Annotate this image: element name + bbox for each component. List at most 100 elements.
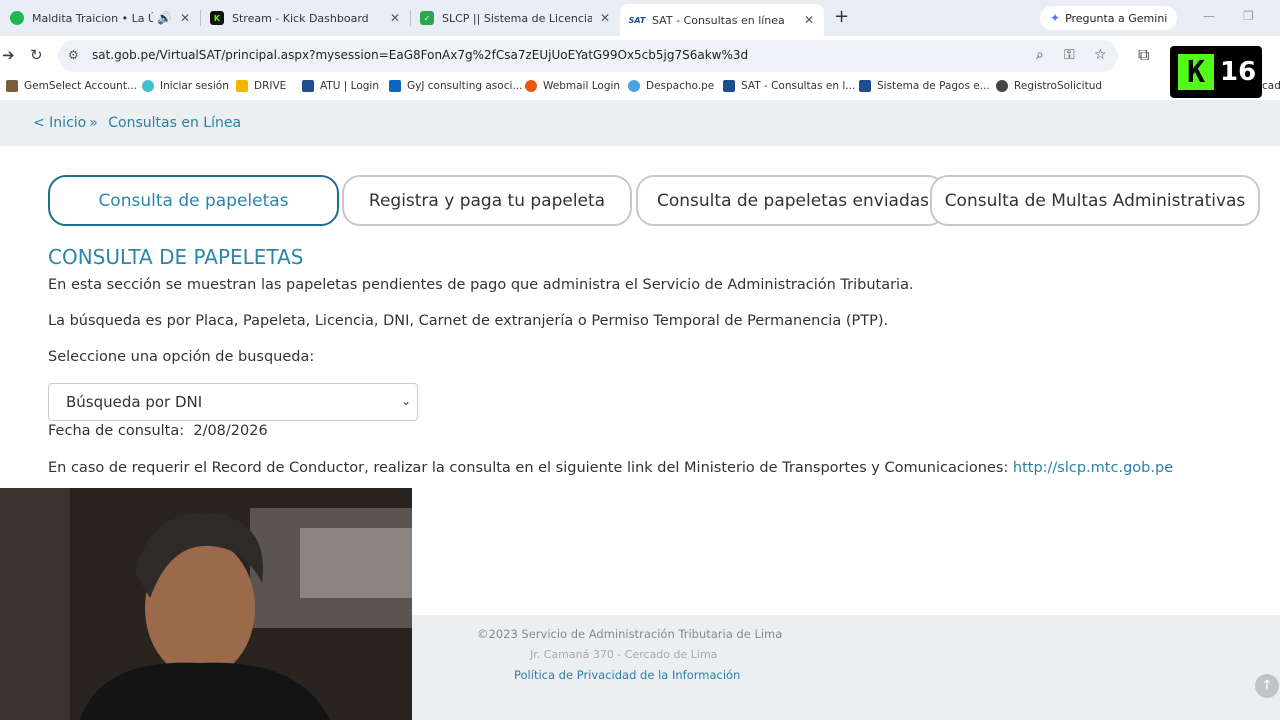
scroll-to-top-button[interactable]: ↑ [1255, 674, 1279, 698]
select-value: Búsqueda por DNI [66, 393, 203, 411]
linkedin-icon [389, 80, 401, 92]
footer-copyright: ©2023 Servicio de Administración Tributa… [477, 627, 783, 641]
tab-title: Stream - Kick Dashboard [232, 11, 369, 25]
address-bar[interactable]: ⚙ sat.gob.pe/VirtualSAT/principal.aspx?m… [58, 40, 1118, 72]
breadcrumb-bar: < Inicio» Consultas en Línea [0, 100, 1280, 146]
new-tab-button[interactable]: + [834, 6, 849, 27]
chevron-down-icon: ⌄ [400, 394, 411, 408]
bookmark-icon [628, 80, 640, 92]
shield-check-icon: ✓ [420, 11, 434, 25]
tab-label: Consulta de papeletas enviadas a [657, 190, 945, 211]
bookmark-label: ATU | Login [320, 80, 380, 92]
breadcrumb-separator: » [89, 115, 98, 131]
tab-label: Consulta de papeletas [98, 190, 289, 211]
close-icon[interactable]: ✕ [600, 11, 610, 25]
gemini-label: Pregunta a Gemini [1065, 11, 1168, 25]
bookmark-icon [302, 80, 314, 92]
tab-strip: Maldita Traicion • La Única 🔊 ✕ K Stream… [0, 0, 1280, 36]
bookmarks-bar: GemSelect Account... Iniciar sesión DRIV… [0, 76, 1280, 100]
sat-logo-icon: SAT [628, 15, 646, 25]
bookmark-item[interactable]: GemSelect Account... [6, 80, 137, 92]
bookmark-label: RegistroSolicitud [1014, 80, 1103, 92]
url-text: sat.gob.pe/VirtualSAT/principal.aspx?mys… [92, 48, 749, 62]
tab-multas-administrativas[interactable]: Consulta de Multas Administrativas [930, 175, 1260, 226]
bookmark-icon [723, 80, 735, 92]
viewer-count: 16 [1220, 57, 1257, 87]
bookmark-item[interactable]: DRIVE [236, 80, 286, 92]
site-settings-icon[interactable]: ⚙ [68, 48, 79, 62]
description-text: En esta sección se muestran las papeleta… [48, 277, 914, 293]
bookmark-item[interactable]: Iniciar sesión [142, 80, 229, 92]
key-icon[interactable]: ⚿ [1064, 47, 1075, 63]
bookmark-label: Iniciar sesión [160, 80, 229, 92]
browser-tab-sat[interactable]: SAT SAT - Consultas en línea ✕ [620, 4, 824, 36]
search-criteria-text: La búsqueda es por Placa, Papeleta, Lice… [48, 313, 889, 329]
privacy-policy-link[interactable]: Política de Privacidad de la Información [514, 668, 740, 682]
bookmark-item[interactable]: Despacho.pe [628, 80, 714, 92]
tab-registra-paga[interactable]: Registra y paga tu papeleta [342, 175, 632, 226]
breadcrumb: < Inicio» Consultas en Línea [33, 115, 241, 131]
bookmark-label: Sistema de Pagos e... [877, 80, 990, 92]
tab-title: Maldita Traicion • La Única [32, 11, 153, 25]
bookmark-overflow[interactable]: cado [1262, 80, 1280, 92]
tab-papeletas-enviadas[interactable]: Consulta de papeletas enviadas a [636, 175, 946, 226]
speaker-icon[interactable]: 🔊 [157, 11, 172, 25]
bookmark-icon [525, 80, 537, 92]
close-icon[interactable]: ✕ [390, 11, 400, 25]
bookmark-label: DRIVE [254, 80, 287, 92]
footer-address: Jr. Camaná 370 - Cercado de Lima [530, 648, 718, 661]
bookmark-item[interactable]: GyJ consulting asoci... [389, 80, 522, 92]
browser-tab-music[interactable]: Maldita Traicion • La Única 🔊 ✕ [0, 4, 200, 32]
breadcrumb-current[interactable]: Consultas en Línea [108, 115, 241, 131]
bookmark-label: cado [1262, 80, 1280, 92]
bookmark-label: GemSelect Account... [24, 80, 137, 92]
search-type-select[interactable]: Búsqueda por DNI ⌄ [48, 383, 418, 421]
arrow-up-icon: ↑ [1261, 678, 1273, 694]
close-icon[interactable]: ✕ [180, 11, 190, 25]
webcam-feed [0, 488, 412, 720]
bookmark-label: Despacho.pe [646, 80, 715, 92]
bookmark-item[interactable]: Sistema de Pagos e... [859, 80, 990, 92]
record-text: En caso de requerir el Record de Conduct… [48, 460, 1009, 476]
select-label: Seleccione una opción de busqueda: [48, 349, 315, 365]
forward-icon[interactable]: ➔ [2, 46, 15, 64]
tab-label: Registra y paga tu papeleta [368, 190, 606, 211]
bookmark-icon [142, 80, 154, 92]
star-icon[interactable]: ☆ [1094, 47, 1107, 63]
zoom-icon[interactable]: ⌕ [1036, 47, 1044, 63]
minimize-icon[interactable]: — [1203, 9, 1215, 23]
spotify-icon [10, 11, 24, 25]
bookmark-label: Webmail Login [543, 80, 621, 92]
drive-icon [236, 80, 248, 92]
browser-tab-kick[interactable]: K Stream - Kick Dashboard ✕ [200, 4, 410, 32]
query-date: Fecha de consulta: 2/08/2026 [48, 423, 268, 439]
bookmark-label: SAT - Consultas en l... [741, 80, 856, 92]
sparkle-icon: ✦ [1050, 11, 1061, 25]
record-conductor-text: En caso de requerir el Record de Conduct… [48, 460, 1173, 476]
kick-logo-icon: K [1178, 54, 1214, 90]
bookmark-item[interactable]: RegistroSolicitud [996, 80, 1102, 92]
reload-icon[interactable]: ↻ [30, 46, 43, 64]
tab-title: SAT - Consultas en línea [652, 13, 785, 27]
bookmark-icon [6, 80, 18, 92]
extensions-icon[interactable]: ⧉ [1138, 45, 1149, 65]
bookmark-item[interactable]: ATU | Login [302, 80, 379, 92]
browser-tab-slcp[interactable]: ✓ SLCP || Sistema de Licencias de ✕ [410, 4, 620, 32]
tab-consulta-papeletas[interactable]: Consulta de papeletas [48, 175, 339, 226]
page-title: CONSULTA DE PAPELETAS [48, 245, 304, 269]
bookmark-item[interactable]: Webmail Login [525, 80, 620, 92]
bookmark-item[interactable]: SAT - Consultas en l... [723, 80, 855, 92]
breadcrumb-home-link[interactable]: < Inicio [33, 115, 86, 131]
bookmark-label: GyJ consulting asoci... [407, 80, 523, 92]
restore-icon[interactable]: ❐ [1243, 9, 1254, 23]
mtc-link[interactable]: http://slcp.mtc.gob.pe [1013, 460, 1173, 476]
globe-icon [996, 80, 1008, 92]
gemini-button[interactable]: ✦ Pregunta a Gemini [1040, 6, 1178, 30]
browser-toolbar: ➔ ↻ ⚙ sat.gob.pe/VirtualSAT/principal.as… [0, 36, 1280, 76]
date-value: 2/08/2026 [193, 423, 268, 439]
webcam-person-image [0, 488, 412, 720]
kick-icon: K [210, 11, 224, 25]
close-icon[interactable]: ✕ [804, 13, 814, 27]
kick-viewer-overlay: K 16 [1170, 46, 1262, 98]
tab-label: Consulta de Multas Administrativas [944, 190, 1246, 211]
